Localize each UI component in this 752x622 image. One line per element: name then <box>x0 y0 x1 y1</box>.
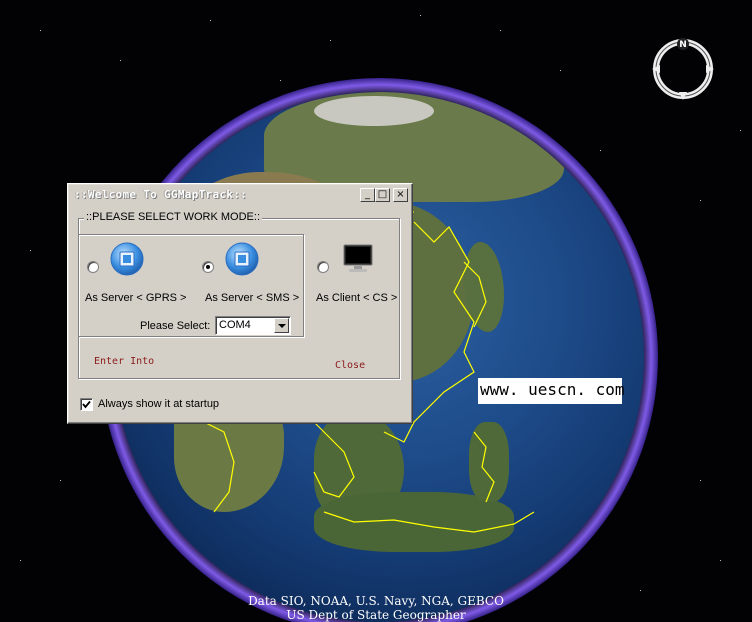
minimize-button[interactable]: _ <box>360 188 375 202</box>
startup-checkbox-label: Always show it at startup <box>98 398 220 410</box>
compass-north-icon[interactable]: N <box>650 36 716 102</box>
star <box>720 560 721 561</box>
server-gprs-icon <box>110 242 144 276</box>
radio-client-cs[interactable] <box>317 261 329 273</box>
watermark-text: www. uescn. com <box>478 378 625 404</box>
star <box>420 15 421 16</box>
radio-server-sms[interactable] <box>202 261 214 273</box>
close-window-button[interactable]: × <box>393 188 408 202</box>
port-select-label: Please Select: <box>140 320 211 332</box>
star <box>700 480 701 481</box>
attribution-line-1: Data SIO, NOAA, U.S. Navy, NGA, GEBCO <box>248 594 504 608</box>
monitor-icon <box>343 244 373 272</box>
star <box>560 70 561 71</box>
mode-label-client-cs: As Client < CS > <box>316 292 398 304</box>
enter-into-button[interactable]: Enter Into <box>94 356 154 367</box>
chevron-down-icon[interactable] <box>274 318 289 333</box>
welcome-dialog: ::Welcome To GGMapTrack:: _ □ × ::PLEASE… <box>67 183 413 424</box>
star <box>120 60 121 61</box>
star <box>280 80 281 81</box>
star <box>330 40 331 41</box>
maximize-button[interactable]: □ <box>375 188 390 202</box>
star <box>500 30 501 31</box>
compass-letter: N <box>679 40 687 50</box>
star <box>40 30 41 31</box>
work-mode-group-label: ::PLEASE SELECT WORK MODE:: <box>84 211 263 223</box>
star <box>700 200 701 201</box>
server-sms-icon <box>225 242 259 276</box>
dialog-title: ::Welcome To GGMapTrack:: <box>74 188 248 201</box>
star <box>30 250 31 251</box>
map-attribution: Data SIO, NOAA, U.S. Navy, NGA, GEBCO US… <box>0 594 752 622</box>
mode-label-server-gprs: As Server < GPRS > <box>85 292 187 304</box>
port-select-value: COM4 <box>219 319 251 331</box>
attribution-line-2: US Dept of State Geographer <box>286 608 466 622</box>
radio-server-gprs[interactable] <box>87 261 99 273</box>
star <box>20 560 21 561</box>
close-button[interactable]: Close <box>335 360 365 371</box>
dialog-title-bar[interactable]: ::Welcome To GGMapTrack:: _ □ × <box>70 186 410 204</box>
star <box>210 20 211 21</box>
port-select[interactable]: COM4 <box>215 316 291 335</box>
checkmark-icon <box>82 400 91 409</box>
star <box>60 480 61 481</box>
star <box>740 130 741 131</box>
mode-label-server-sms: As Server < SMS > <box>205 292 300 304</box>
startup-checkbox[interactable] <box>80 398 93 411</box>
